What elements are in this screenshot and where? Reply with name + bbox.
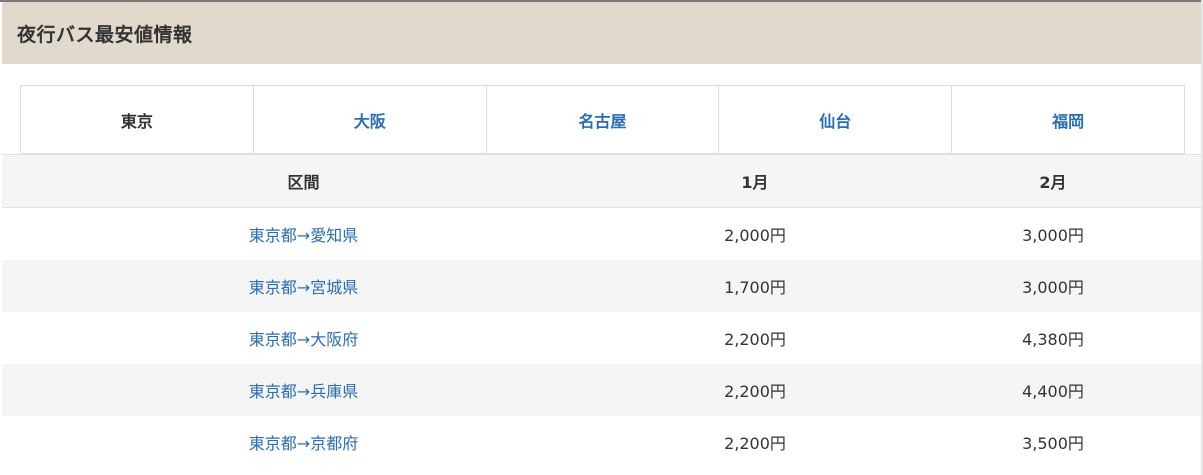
route-link[interactable]: 東京都→愛知県 [249,226,358,245]
table-row: 東京都→大阪府 2,200円 4,380円 [2,312,1201,364]
table-row: 東京都→愛知県 2,000円 3,000円 [2,208,1201,260]
tab-sendai[interactable]: 仙台 [718,86,951,153]
price-january: 2,200円 [724,434,786,453]
price-january: 1,700円 [724,278,786,297]
price-january: 2,000円 [724,226,786,245]
table-row: 東京都→宮城県 1,700円 3,000円 [2,260,1201,312]
price-february: 3,000円 [1022,226,1084,245]
header-january: 1月 [741,173,769,192]
table-row: 東京都→兵庫県 2,200円 4,400円 [2,364,1201,416]
route-link[interactable]: 東京都→京都府 [249,434,358,453]
route-link[interactable]: 東京都→大阪府 [249,330,358,349]
route-link[interactable]: 東京都→兵庫県 [249,382,358,401]
price-february: 3,000円 [1022,278,1084,297]
header-route: 区間 [287,173,320,192]
price-january: 2,200円 [724,382,786,401]
section-header: 夜行バス最安値情報 [2,2,1201,64]
tab-fukuoka[interactable]: 福岡 [951,86,1184,153]
table-header: 区間 1月 2月 [2,154,1201,208]
price-january: 2,200円 [724,330,786,349]
table-row: 東京都→京都府 2,200円 3,500円 [2,416,1201,468]
price-february: 3,500円 [1022,434,1084,453]
tab-tokyo[interactable]: 東京 [21,86,253,153]
header-february: 2月 [1039,173,1067,192]
tab-nagoya[interactable]: 名古屋 [485,86,719,153]
city-tabs: 東京 大阪 名古屋 仙台 福岡 [20,85,1185,154]
tab-osaka[interactable]: 大阪 [252,86,486,153]
price-february: 4,400円 [1022,382,1084,401]
route-link[interactable]: 東京都→宮城県 [249,278,358,297]
price-february: 4,380円 [1022,330,1084,349]
price-table: 区間 1月 2月 東京都→愛知県 2,000円 3,000円 東京都→宮城県 1… [2,154,1201,468]
section-title: 夜行バス最安値情報 [17,23,193,46]
